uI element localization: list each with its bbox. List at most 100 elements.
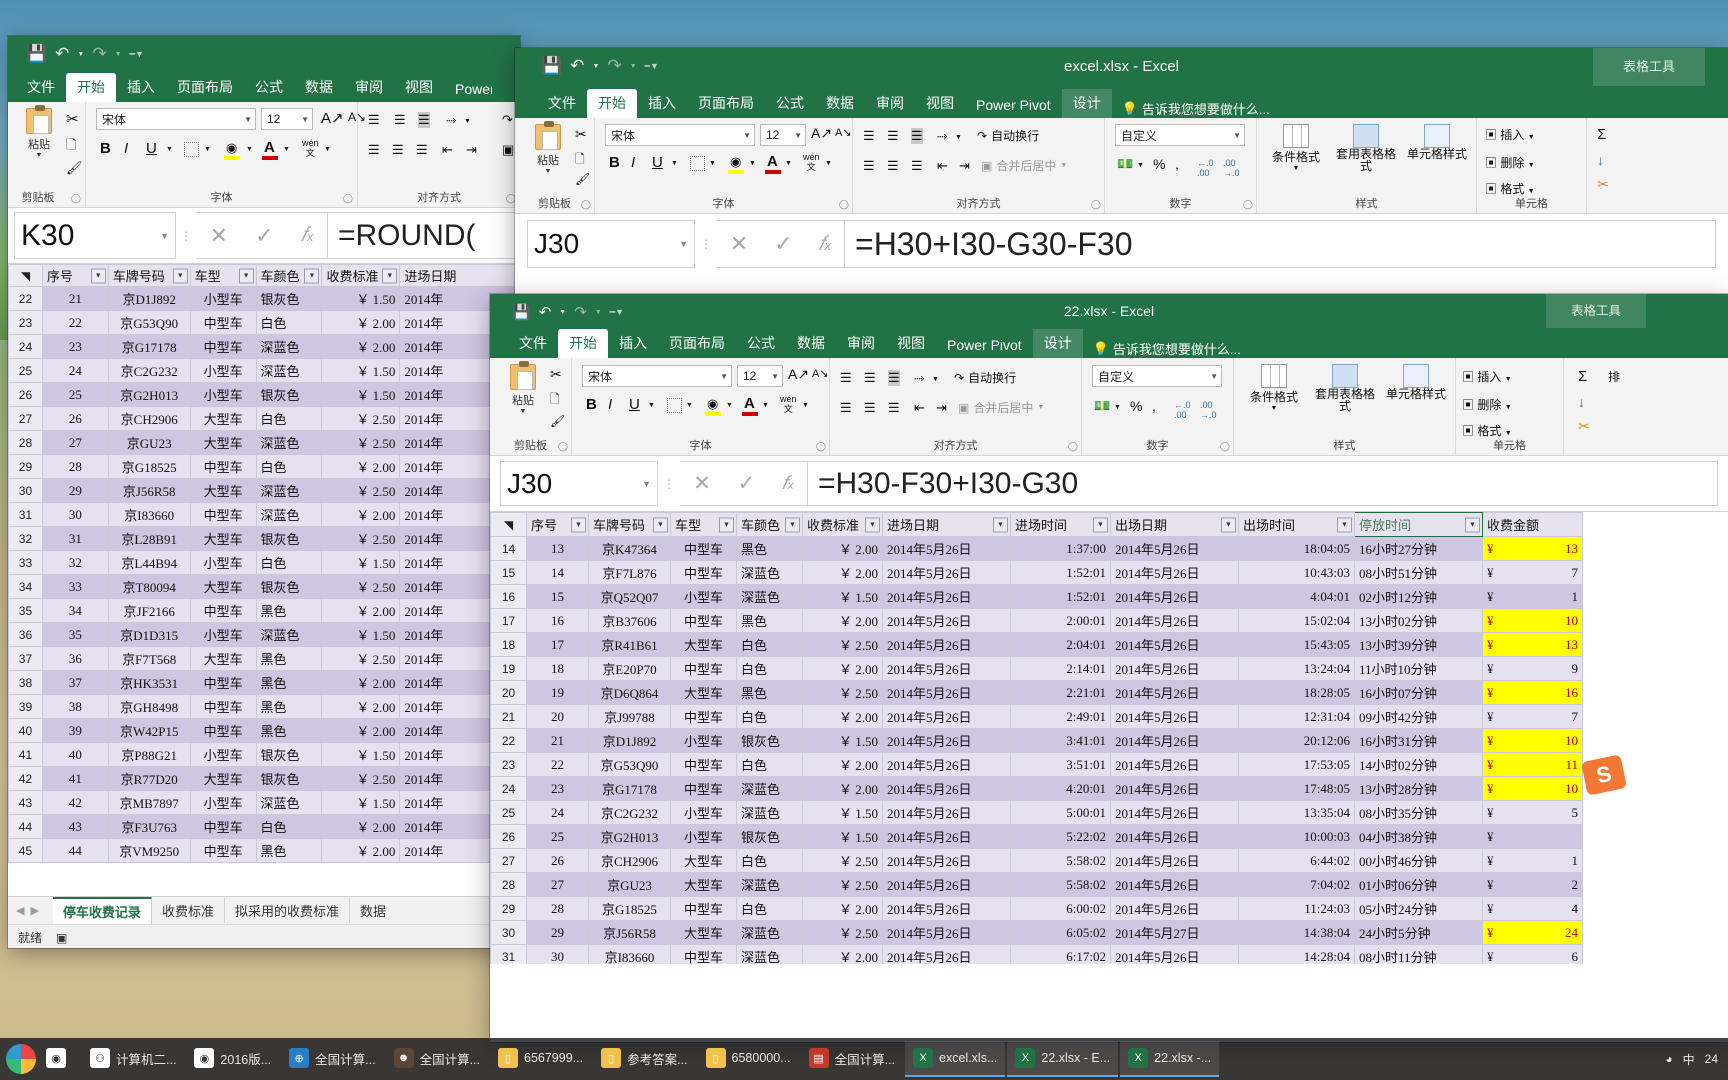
cell[interactable]: ¥10: [1482, 608, 1583, 633]
cell[interactable]: ￥ 2.00: [802, 560, 883, 585]
chevron-down-icon[interactable]: ▼: [1242, 405, 1306, 412]
filter-icon[interactable]: ▼: [1337, 517, 1352, 532]
cell[interactable]: 19: [526, 680, 589, 705]
col-outdate[interactable]: 出场日期 ▼: [1110, 512, 1239, 537]
row-header[interactable]: 25: [490, 800, 527, 825]
cell[interactable]: ¥7: [1482, 704, 1583, 729]
cell[interactable]: 京CH2906: [107, 406, 191, 431]
borders-button[interactable]: [690, 156, 705, 171]
row-header[interactable]: 38: [8, 670, 43, 695]
ime-indicator[interactable]: 中: [1683, 1051, 1695, 1068]
wrap-text-button[interactable]: ↷ 自动换行: [977, 127, 1039, 144]
align-bottom-button[interactable]: ☰: [418, 112, 430, 128]
copy-icon[interactable]: 🗋: [66, 136, 76, 158]
cell[interactable]: ￥ 2.00: [321, 310, 401, 335]
taskbar-item[interactable]: ▯ 6580000...: [698, 1041, 799, 1077]
delete-cells-button[interactable]: ▣ 删除 ▼: [1485, 154, 1535, 171]
cell[interactable]: 2014年5月26日: [1110, 608, 1239, 633]
cell[interactable]: 小型车: [189, 790, 257, 815]
taskbar-items[interactable]: ◉ ⚇ 计算机二... ◉ 2016版... ⊕ 全国计算... ☻ 全国计算... ▯ 65679…: [38, 1041, 1220, 1077]
cancel-icon[interactable]: ✕: [730, 231, 748, 257]
cell[interactable]: ¥: [1482, 824, 1583, 849]
phonetic-guide-icon[interactable]: wén 文: [803, 152, 820, 172]
percent-format-button[interactable]: %: [1130, 398, 1142, 414]
cell[interactable]: 44: [41, 838, 109, 863]
filter-icon[interactable]: ▼: [382, 268, 398, 283]
col-carcolor[interactable]: 车颜色 ▼: [255, 264, 323, 287]
cell[interactable]: 08小时35分钟: [1354, 800, 1483, 825]
sheet-tab-fee-standard[interactable]: 收费标准: [152, 898, 225, 923]
cell[interactable]: 白色: [736, 656, 803, 681]
cell[interactable]: 京D1D315: [107, 622, 191, 647]
chevron-down-icon[interactable]: ▼: [743, 131, 751, 140]
format-as-table-button[interactable]: 套用表格格式: [1312, 364, 1378, 412]
tab-data[interactable]: 数据: [815, 89, 865, 118]
table-row[interactable]: 19 18 京E20P70 中型车 白色 ￥ 2.00 2014年5月26日 2:14:01 2…: [490, 656, 1583, 681]
cell[interactable]: 深蓝色: [736, 872, 803, 897]
cell[interactable]: 京G17178: [588, 776, 671, 801]
cell[interactable]: 2014年5月26日: [882, 584, 1011, 609]
cell[interactable]: 京G18525: [588, 896, 671, 921]
merge-dropdown-icon[interactable]: ▼: [1060, 162, 1067, 169]
cell[interactable]: 6:00:02: [1010, 896, 1111, 921]
tab-page-layout[interactable]: 页面布局: [687, 89, 765, 118]
cell[interactable]: 17: [526, 632, 589, 657]
cell[interactable]: 18:28:05: [1238, 680, 1355, 705]
chevron-down-icon[interactable]: ▼: [1528, 188, 1535, 195]
cell[interactable]: 京HK3531: [107, 670, 191, 695]
cell[interactable]: ￥ 1.50: [321, 622, 401, 647]
cell[interactable]: 2:49:01: [1010, 704, 1111, 729]
cell[interactable]: 2014年5月26日: [882, 944, 1011, 964]
taskbar-item[interactable]: ▯ 6567999...: [490, 1041, 591, 1077]
currency-format-button[interactable]: 💵: [1117, 156, 1133, 172]
cell[interactable]: 京GU23: [588, 872, 671, 897]
cell[interactable]: 22: [526, 752, 589, 777]
table-row[interactable]: 33 32 京L44B94 小型车 白色 ￥ 1.50 2014年: [8, 550, 520, 575]
taskbar-item[interactable]: ◉: [38, 1041, 80, 1077]
cell[interactable]: 京T80094: [107, 574, 191, 599]
cell[interactable]: 黑色: [736, 536, 803, 561]
table-row[interactable]: 27 26 京CH2906 大型车 白色 ￥ 2.50 2014年: [8, 406, 520, 431]
cell[interactable]: 黑色: [255, 718, 323, 743]
table-row[interactable]: 27 26 京CH2906 大型车 白色 ￥ 2.50 2014年5月26日 5:58:02 2…: [490, 848, 1583, 873]
paste-button[interactable]: 粘贴 ▼: [525, 121, 571, 175]
chevron-down-icon[interactable]: ▼: [1528, 162, 1535, 169]
cell[interactable]: 2:14:01: [1010, 656, 1111, 681]
alignment-dialog-launcher[interactable]: ◯: [1068, 441, 1078, 452]
taskbar-item[interactable]: ◉ 2016版...: [186, 1041, 279, 1077]
tab-power-pivot[interactable]: Power Pivot: [444, 77, 492, 102]
cell[interactable]: 14:28:04: [1238, 944, 1355, 964]
insert-function-icon[interactable]: 𝑓x: [301, 224, 314, 247]
cell[interactable]: 中型车: [670, 896, 737, 921]
cell[interactable]: 2014年5月26日: [1110, 824, 1239, 849]
sheet-tab-parking-records[interactable]: 停车收费记录: [52, 897, 152, 924]
cell[interactable]: 5:58:02: [1010, 848, 1111, 873]
cell[interactable]: 白色: [736, 704, 803, 729]
cell[interactable]: 13小时28分钟: [1354, 776, 1483, 801]
cell[interactable]: 20:12:06: [1238, 728, 1355, 753]
cell[interactable]: 银灰色: [255, 574, 323, 599]
formula-bar-grip[interactable]: ⋮: [695, 220, 717, 268]
select-all-corner[interactable]: ◥: [490, 512, 527, 537]
cell[interactable]: 02小时12分钟: [1354, 584, 1483, 609]
cell[interactable]: ￥ 2.50: [321, 430, 401, 455]
cell[interactable]: 京G2H013: [107, 382, 191, 407]
cell[interactable]: 大型车: [670, 872, 737, 897]
cell[interactable]: 16小时27分钟: [1354, 536, 1483, 561]
italic-button[interactable]: I: [608, 396, 612, 413]
col-indate[interactable]: 进场日期 ▼: [882, 512, 1011, 537]
cell[interactable]: ￥ 2.50: [321, 766, 401, 791]
cell[interactable]: 中型车: [189, 814, 257, 839]
row-header[interactable]: 27: [8, 406, 43, 431]
cell[interactable]: 大型车: [189, 406, 257, 431]
clock[interactable]: 24: [1705, 1052, 1718, 1066]
cell[interactable]: ￥ 1.50: [321, 550, 401, 575]
cell[interactable]: ￥ 2.50: [321, 646, 401, 671]
front-ribbon-tabs[interactable]: 文件 开始 插入 页面布局 公式 数据 审阅 视图 Power Pivot 设计…: [490, 328, 1728, 358]
mid-ribbon-tabs[interactable]: 文件 开始 插入 页面布局 公式 数据 审阅 视图 Power Pivot 设计…: [515, 86, 1728, 118]
table-row[interactable]: 14 13 京K47364 中型车 黑色 ￥ 2.00 2014年5月26日 1:37:00 2…: [490, 536, 1583, 561]
cell[interactable]: 2014年5月26日: [1110, 872, 1239, 897]
col-duration[interactable]: 停放时间 ▼: [1354, 512, 1483, 537]
customize-qat-icon[interactable]: ━▼: [130, 49, 144, 60]
cell[interactable]: 京G17178: [107, 334, 191, 359]
